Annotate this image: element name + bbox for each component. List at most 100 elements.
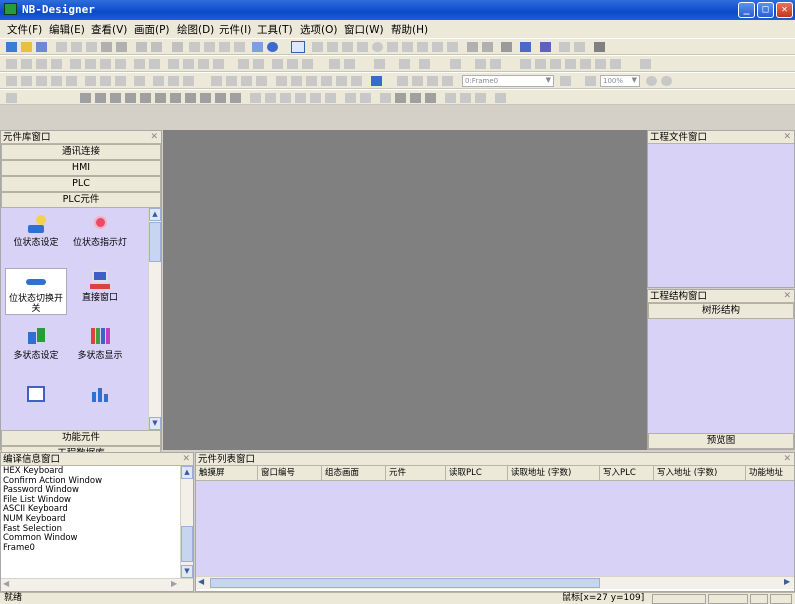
select-all-icon[interactable] (412, 76, 423, 86)
column-read-plc[interactable]: 读取PLC (446, 466, 508, 480)
scroll-thumb[interactable] (149, 222, 161, 262)
polyline-icon[interactable] (327, 42, 338, 52)
polygon-icon[interactable] (387, 42, 398, 52)
pattern-16-icon[interactable] (495, 93, 506, 103)
component-multi-state-set[interactable]: 多状态设定 (5, 326, 67, 361)
menu-help[interactable]: 帮助(H) (391, 22, 428, 37)
open-file-icon[interactable] (21, 42, 32, 52)
column-function-address[interactable]: 功能地址 (746, 466, 795, 480)
frame-replace-icon[interactable] (351, 76, 362, 86)
new-file-icon[interactable] (6, 42, 17, 52)
state-6-icon[interactable] (610, 59, 621, 69)
menu-options[interactable]: 选项(O) (300, 22, 337, 37)
scroll-right-icon[interactable]: ▶ (784, 577, 790, 586)
layer-6-icon[interactable] (155, 93, 166, 103)
screen-export-icon[interactable] (85, 76, 96, 86)
layer-2-icon[interactable] (95, 93, 106, 103)
screen-home-icon[interactable] (183, 76, 194, 86)
state-2-icon[interactable] (550, 59, 561, 69)
close-icon[interactable]: ✕ (150, 131, 158, 144)
bring-front-icon[interactable] (134, 59, 145, 69)
align-right-icon[interactable] (36, 59, 47, 69)
state-5-icon[interactable] (595, 59, 606, 69)
scroll-right-icon[interactable]: ▶ (171, 579, 177, 588)
frame-select[interactable]: 0:Frame0 ▼ (462, 75, 554, 87)
space-h-icon[interactable] (168, 59, 179, 69)
align-middle-icon[interactable] (70, 59, 81, 69)
category-hmi[interactable]: HMI (1, 160, 161, 176)
pattern-7-icon[interactable] (345, 93, 356, 103)
cut-icon[interactable] (56, 42, 67, 52)
layer-5-icon[interactable] (140, 93, 151, 103)
pattern-13-icon[interactable] (445, 93, 456, 103)
minimize-button[interactable]: _ (738, 2, 755, 18)
find-icon[interactable] (172, 42, 183, 52)
scroll-left-icon[interactable]: ◀ (3, 579, 9, 588)
table-icon[interactable] (432, 42, 443, 52)
pattern-4-icon[interactable] (295, 93, 306, 103)
center-icon[interactable] (344, 59, 355, 69)
align-left-icon[interactable] (6, 59, 17, 69)
scroll-thumb[interactable] (210, 578, 600, 588)
menu-screen[interactable]: 画面(P) (134, 22, 170, 37)
line-style-icon[interactable] (640, 59, 651, 69)
scroll-thumb[interactable] (181, 526, 193, 562)
pattern-icon[interactable] (540, 42, 551, 52)
pattern-10-icon[interactable] (395, 93, 406, 103)
scroll-up-icon[interactable]: ▲ (149, 208, 161, 221)
grid-icon[interactable] (467, 42, 478, 52)
send-back-icon[interactable] (149, 59, 160, 69)
unlock-icon[interactable] (302, 59, 313, 69)
layer-4-icon[interactable] (125, 93, 136, 103)
same-width-icon[interactable] (100, 59, 111, 69)
line-color-icon[interactable] (501, 42, 512, 52)
component-bit-state-set[interactable]: 位状态设定 (5, 213, 67, 248)
layer-10-icon[interactable] (215, 93, 226, 103)
component-bit-state-switch[interactable]: 位状态切换开关 (5, 268, 67, 315)
space-v-icon[interactable] (183, 59, 194, 69)
text-icon[interactable] (402, 42, 413, 52)
component-multi-state-display[interactable]: 多状态显示 (69, 326, 131, 361)
flip-v-icon[interactable] (253, 59, 264, 69)
text-frame-icon[interactable] (442, 76, 453, 86)
frame-sort-icon[interactable] (321, 76, 332, 86)
pattern-3-icon[interactable] (280, 93, 291, 103)
component-numeric-display[interactable] (5, 384, 67, 409)
menu-file[interactable]: 文件(F) (7, 22, 42, 37)
fill-color-icon[interactable] (520, 42, 531, 52)
select-area-icon[interactable] (397, 76, 408, 86)
delete-icon[interactable] (101, 42, 112, 52)
help-icon[interactable] (267, 42, 278, 52)
layer-8-icon[interactable] (185, 93, 196, 103)
menu-window[interactable]: 窗口(W) (344, 22, 384, 37)
scroll-down-icon[interactable]: ▼ (181, 565, 193, 578)
rectangle-icon[interactable] (357, 42, 368, 52)
nudge-icon[interactable] (374, 59, 385, 69)
preview-tab[interactable]: 预览图 (648, 433, 794, 449)
save-icon[interactable] (36, 42, 47, 52)
text-align-icon[interactable] (450, 59, 461, 69)
scroll-left-icon[interactable]: ◀ (198, 577, 204, 586)
layer-9-icon[interactable] (200, 93, 211, 103)
align-icon[interactable] (482, 42, 493, 52)
screen-grid-icon[interactable] (100, 76, 111, 86)
state-1-icon[interactable] (535, 59, 546, 69)
compile-icon[interactable] (189, 42, 200, 52)
rotate-icon[interactable] (272, 59, 283, 69)
close-icon[interactable]: ✕ (783, 453, 791, 466)
layer-3-icon[interactable] (110, 93, 121, 103)
copy-icon[interactable] (71, 42, 82, 52)
close-icon[interactable]: ✕ (783, 131, 791, 144)
category-communication[interactable]: 通讯连接 (1, 144, 161, 160)
layer-11-icon[interactable] (230, 93, 241, 103)
screen-props-icon[interactable] (51, 76, 62, 86)
menu-view[interactable]: 查看(V) (91, 22, 127, 37)
column-window-number[interactable]: 窗口编号 (258, 466, 322, 480)
zoom-icon[interactable] (585, 76, 596, 86)
scale-icon[interactable] (447, 42, 458, 52)
screen-fwd-icon[interactable] (168, 76, 179, 86)
component-direct-window[interactable]: 直接窗口 (69, 268, 131, 303)
undo-icon[interactable] (136, 42, 147, 52)
compile-info-scrollbar[interactable]: ▲ ▼ (180, 466, 193, 578)
list-item[interactable]: Frame0 (1, 543, 193, 554)
